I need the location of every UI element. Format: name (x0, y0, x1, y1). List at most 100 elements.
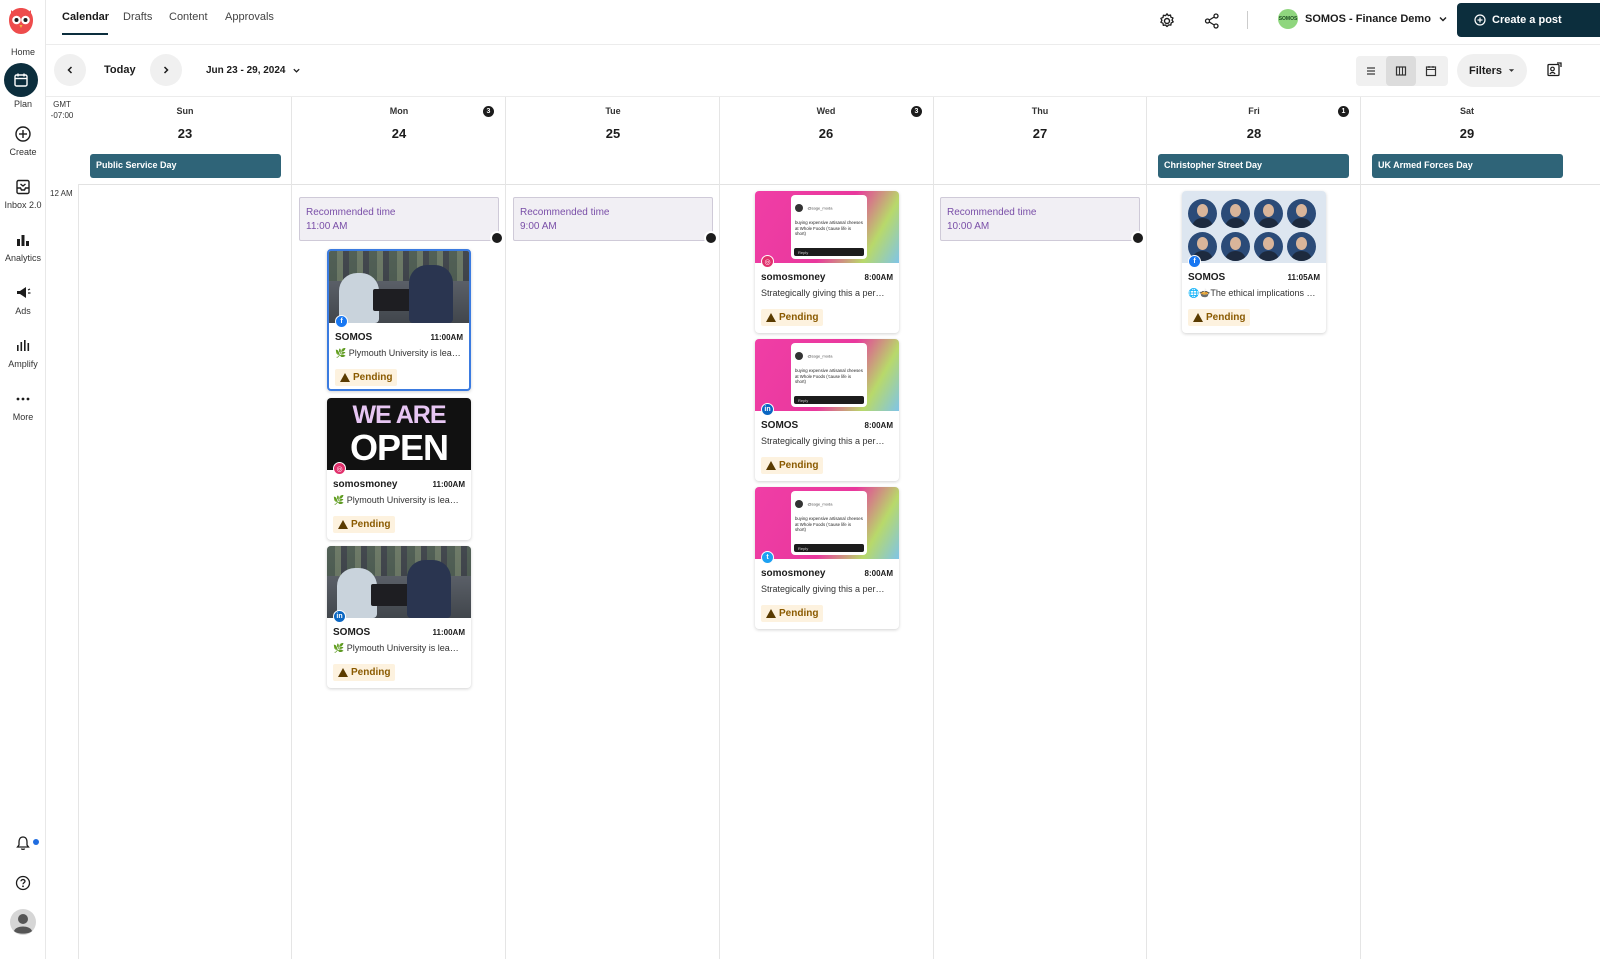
export-report-icon[interactable] (1546, 62, 1562, 78)
rail-ads[interactable]: Ads (0, 284, 46, 316)
post-thumbnail (327, 546, 471, 618)
instagram-icon: ◎ (333, 462, 346, 475)
today-button[interactable]: Today (104, 64, 136, 76)
day-number-fri[interactable]: 28 (1247, 126, 1261, 141)
help-button[interactable] (0, 874, 46, 892)
face-image (1188, 199, 1217, 228)
day-number-sun[interactable]: 23 (178, 126, 192, 141)
calendar-icon (1425, 66, 1437, 77)
warning-icon (1193, 313, 1203, 322)
create-post-label: Create a post (1492, 14, 1562, 26)
post-card[interactable]: WE ARE OPEN ◎ somosmoney 11:00AM 🌿 Plymou… (327, 398, 471, 540)
rail-amplify[interactable]: Amplify (0, 337, 46, 369)
recommended-title: Recommended time (947, 207, 1037, 218)
post-thumbnail: WE ARE OPEN (327, 398, 471, 470)
tweet-text: buying expensive artisanal cheeses at Wh… (795, 220, 863, 236)
post-account: somosmoney (333, 479, 398, 490)
owl-icon (490, 231, 504, 245)
owl-icon (704, 231, 718, 245)
chevron-down-icon (292, 68, 300, 73)
list-icon (1367, 67, 1375, 75)
face-image (1254, 199, 1283, 228)
post-account: SOMOS (761, 420, 799, 431)
holiday-banner-sun[interactable]: Public Service Day (90, 154, 281, 178)
post-card[interactable]: f SOMOS 11:00AM 🌿 Plymouth University is… (327, 249, 471, 391)
warning-icon (338, 520, 348, 529)
recommended-time-slot-thu[interactable]: Recommended time 10:00 AM (940, 197, 1145, 245)
recommended-time-slot-mon[interactable]: Recommended time 11:00 AM (299, 197, 504, 245)
rail-analytics[interactable]: Analytics (0, 231, 46, 263)
post-thumbnail: @sage_moda buying expensive artisanal che… (755, 191, 899, 263)
tweet-username: @sage_moda (807, 501, 833, 507)
plus-circle-icon (1474, 14, 1486, 26)
rail-inbox[interactable]: Inbox 2.0 (0, 178, 46, 210)
rail-create[interactable]: Create (0, 125, 46, 157)
tweet-reply-bar: Reply (794, 248, 864, 256)
status-badge: Pending (333, 516, 396, 533)
settings-gear-icon[interactable] (1158, 12, 1176, 30)
megaphone-icon (17, 287, 31, 298)
next-week-button[interactable] (150, 54, 182, 86)
day-number-sat[interactable]: 29 (1460, 126, 1474, 141)
list-view-button[interactable] (1356, 56, 1386, 86)
rail-label-create: Create (9, 147, 37, 157)
warning-icon (766, 313, 776, 322)
post-count-badge-wed: 3 (911, 106, 922, 117)
rail-label-inbox: Inbox 2.0 (4, 200, 42, 210)
share-icon[interactable] (1203, 12, 1221, 30)
day-number-mon[interactable]: 24 (392, 126, 406, 141)
notifications-button[interactable] (0, 834, 46, 852)
warning-icon (340, 373, 350, 382)
week-view-button[interactable] (1386, 56, 1416, 86)
rail-plan-button[interactable] (4, 63, 38, 97)
hootsuite-owl-logo-icon[interactable] (5, 5, 37, 37)
recommended-time-slot-tue[interactable]: Recommended time 9:00 AM (513, 197, 718, 245)
day-number-tue[interactable]: 25 (606, 126, 620, 141)
topbar-divider (1247, 11, 1248, 29)
date-range-label: Jun 23 - 29, 2024 (206, 65, 286, 76)
org-name: SOMOS - Finance Demo (1305, 13, 1431, 25)
tab-drafts[interactable]: Drafts (123, 11, 152, 23)
post-card[interactable]: @sage_moda buying expensive artisanal che… (755, 339, 899, 481)
rail-plan[interactable]: Plan (0, 99, 46, 109)
post-time: 8:00AM (864, 273, 893, 282)
rail-label-plan: Plan (13, 99, 32, 109)
month-view-button[interactable] (1416, 56, 1446, 86)
day-number-wed[interactable]: 26 (819, 126, 833, 141)
rail-label-amplify: Amplify (8, 359, 38, 369)
holiday-banner-fri[interactable]: Christopher Street Day (1158, 154, 1349, 178)
create-post-button[interactable]: Create a post (1457, 3, 1600, 37)
post-card[interactable]: f SOMOS 11:05AM 🌐🍲The ethical implicatio… (1182, 191, 1326, 333)
filters-button[interactable]: Filters (1457, 54, 1527, 87)
tab-calendar[interactable]: Calendar (62, 11, 109, 23)
date-range-picker[interactable]: Jun 23 - 29, 2024 (206, 65, 301, 76)
prev-week-button[interactable] (54, 54, 86, 86)
week-calendar: GMT -07:00 12 AM Sun 23 Mon 24 3 Tue 25 … (46, 97, 1600, 959)
post-text: 🌐🍲The ethical implications … (1188, 288, 1316, 298)
post-card[interactable]: in SOMOS 11:00AM 🌿 Plymouth University i… (327, 546, 471, 688)
tab-approvals[interactable]: Approvals (225, 11, 274, 23)
status-badge: Pending (1188, 309, 1251, 326)
header-divider (78, 184, 1600, 185)
tab-content[interactable]: Content (169, 11, 208, 23)
post-account: SOMOS (333, 627, 371, 638)
left-rail: Home Plan Create Inbox 2.0 Analytics Ads… (0, 0, 46, 959)
org-switcher[interactable]: SOMOS SOMOS - Finance Demo (1278, 9, 1448, 29)
day-divider (1360, 97, 1361, 959)
recommended-time: 9:00 AM (520, 221, 557, 232)
post-thumbnail: @sage_moda buying expensive artisanal che… (755, 487, 899, 559)
recommended-title: Recommended time (520, 207, 610, 218)
day-number-thu[interactable]: 27 (1033, 126, 1047, 141)
notification-dot (33, 839, 39, 845)
holiday-banner-sat[interactable]: UK Armed Forces Day (1372, 154, 1563, 178)
more-dots-icon (16, 397, 30, 401)
day-name-fri: Fri (1248, 106, 1260, 116)
status-label: Pending (1206, 312, 1246, 323)
rail-home[interactable]: Home (0, 47, 46, 57)
status-label: Pending (353, 372, 393, 383)
post-card[interactable]: @sage_moda buying expensive artisanal che… (755, 191, 899, 333)
post-card[interactable]: @sage_moda buying expensive artisanal che… (755, 487, 899, 629)
avatar (795, 203, 803, 212)
rail-more[interactable]: More (0, 390, 46, 422)
profile-avatar-button[interactable] (0, 908, 46, 936)
